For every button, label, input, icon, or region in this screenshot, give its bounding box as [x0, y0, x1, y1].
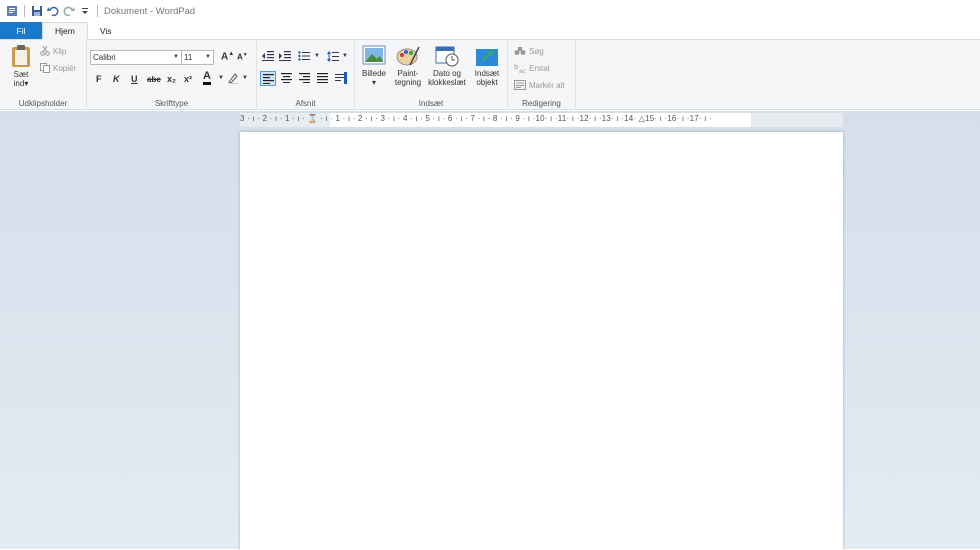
undo-icon[interactable]	[47, 5, 59, 17]
date-time-button[interactable]: Dato og klokkeslæt	[426, 45, 468, 87]
chevron-down-icon: ▼	[173, 54, 179, 60]
text-color-button[interactable]: A	[203, 71, 211, 85]
align-center-icon[interactable]	[281, 73, 292, 83]
redo-icon[interactable]	[63, 5, 75, 17]
title-bar: Dokument - WordPad	[0, 0, 980, 22]
binoculars-icon	[514, 47, 526, 55]
svg-text:ac: ac	[519, 68, 526, 73]
replace-icon: bac	[514, 63, 526, 73]
editing-group-label: Redigering	[522, 99, 561, 108]
chevron-down-icon[interactable]: ▼	[242, 75, 248, 81]
line-spacing-icon[interactable]	[327, 51, 339, 62]
paragraph-group: ▼ ▼ Afsnit	[257, 40, 355, 110]
ruler-marks: 3 · ı · 2 · ı · 1 · ı · ⌛ · ı · 1 · ı · …	[240, 114, 712, 123]
insert-object-icon	[476, 49, 498, 66]
object-label-2: objekt	[476, 78, 498, 87]
customize-icon[interactable]	[79, 5, 91, 17]
copy-icon	[40, 63, 50, 73]
bullet-list-icon[interactable]	[298, 51, 310, 61]
chevron-down-icon[interactable]: ▼	[342, 53, 348, 59]
copy-label: Kopiér	[53, 63, 77, 73]
highlight-icon[interactable]	[227, 72, 239, 84]
justify-icon[interactable]	[317, 73, 328, 83]
scissors-icon	[40, 46, 50, 56]
paste-button[interactable]: Sæt ind▾	[6, 44, 36, 88]
object-label-1: Indsæt	[474, 69, 500, 78]
ribbon-tabs: Fil Hjem Vis	[0, 22, 980, 40]
cut-button[interactable]: Klip	[40, 46, 66, 56]
cut-label: Klip	[53, 46, 67, 56]
paragraph-dialog-icon[interactable]	[335, 72, 347, 84]
font-group: Calibri ▼ 11 ▼ A▲ A▼ F K U abc x₂ x² A ▼…	[87, 40, 257, 110]
strikethrough-button[interactable]: abc	[147, 75, 161, 84]
calendar-clock-icon	[435, 46, 459, 67]
paste-label: Sæt	[13, 70, 29, 79]
tab-home[interactable]: Hjem	[42, 22, 88, 40]
date-label-2: klokkeslæt	[428, 78, 466, 87]
ribbon: Sæt ind▾ Klip Kopiér Udklipsholder Calib…	[0, 40, 980, 110]
divider	[24, 5, 25, 17]
divider	[97, 5, 98, 17]
paint-drawing-button[interactable]: Paint- tegning	[391, 45, 425, 87]
find-label: Søg	[529, 46, 544, 56]
font-size-value: 11	[184, 53, 193, 62]
decrease-indent-icon[interactable]	[262, 51, 274, 61]
select-all-button[interactable]: Markér alt	[514, 80, 565, 90]
shrink-font-button[interactable]: A▼	[237, 52, 248, 62]
wordpad-app-icon	[7, 6, 17, 16]
insert-group-label: Indsæt	[418, 99, 444, 108]
insert-picture-button[interactable]: Billede ▾	[358, 45, 390, 87]
chevron-down-icon[interactable]: ▼	[314, 53, 320, 59]
font-family-select[interactable]: Calibri ▼	[90, 50, 182, 65]
subscript-button[interactable]: x₂	[167, 74, 176, 84]
document-page[interactable]	[240, 132, 843, 550]
bold-button[interactable]: F	[96, 74, 102, 84]
save-icon[interactable]	[31, 5, 43, 17]
align-left-button[interactable]	[260, 71, 276, 86]
find-button[interactable]: Søg	[514, 46, 544, 56]
align-left-icon	[263, 74, 274, 84]
paint-label-2: tegning	[394, 78, 422, 87]
select-all-label: Markér alt	[529, 80, 565, 90]
text-color-label: A	[203, 70, 211, 82]
document-workspace: 3 · ı · 2 · ı · 1 · ı · ⌛ · ı · 1 · ı · …	[0, 111, 980, 550]
insert-group: Billede ▾ Paint- tegning Dato og klokkes…	[355, 40, 508, 110]
copy-button[interactable]: Kopiér	[40, 63, 76, 73]
insert-object-button[interactable]: Indsæt objekt	[469, 45, 505, 87]
picture-icon	[362, 45, 386, 65]
superscript-button[interactable]: x²	[184, 74, 192, 84]
tab-file[interactable]: Fil	[0, 22, 42, 39]
tab-view[interactable]: Vis	[88, 22, 124, 39]
underline-button[interactable]: U	[131, 74, 138, 84]
grow-font-button[interactable]: A▲	[221, 51, 234, 62]
replace-button[interactable]: b ac Erstat	[514, 63, 550, 73]
paste-label-2: ind	[13, 79, 25, 88]
window-title: Dokument - WordPad	[104, 5, 196, 17]
editing-group: Søg b ac Erstat Markér alt Redigering	[508, 40, 576, 110]
chevron-down-icon: ▼	[205, 54, 211, 60]
chevron-down-icon: ▾	[24, 79, 29, 88]
insert-picture-label: Billede	[361, 69, 386, 78]
clipboard-group-label: Udklipsholder	[18, 99, 68, 108]
quick-access-toolbar	[0, 0, 100, 22]
horizontal-ruler[interactable]: 3 · ı · 2 · ı · 1 · ı · ⌛ · ı · 1 · ı · …	[240, 113, 843, 127]
ruler-right-margin	[751, 113, 843, 127]
paragraph-group-label: Afsnit	[295, 99, 316, 108]
date-label-1: Dato og	[432, 69, 462, 78]
paint-label-1: Paint-	[397, 69, 419, 78]
font-size-select[interactable]: 11 ▼	[181, 50, 214, 65]
font-group-label: Skrifttype	[154, 99, 189, 108]
paint-palette-icon	[396, 46, 420, 66]
increase-indent-icon[interactable]	[279, 51, 291, 61]
font-family-value: Calibri	[93, 53, 116, 62]
italic-button[interactable]: K	[113, 74, 120, 84]
chevron-down-icon: ▾	[371, 78, 376, 87]
select-all-icon	[514, 80, 526, 90]
align-right-icon[interactable]	[299, 73, 310, 83]
chevron-down-icon[interactable]: ▼	[218, 75, 224, 81]
replace-label: Erstat	[529, 63, 550, 73]
clipboard-group: Sæt ind▾ Klip Kopiér Udklipsholder	[0, 40, 87, 110]
paste-icon	[12, 45, 30, 67]
